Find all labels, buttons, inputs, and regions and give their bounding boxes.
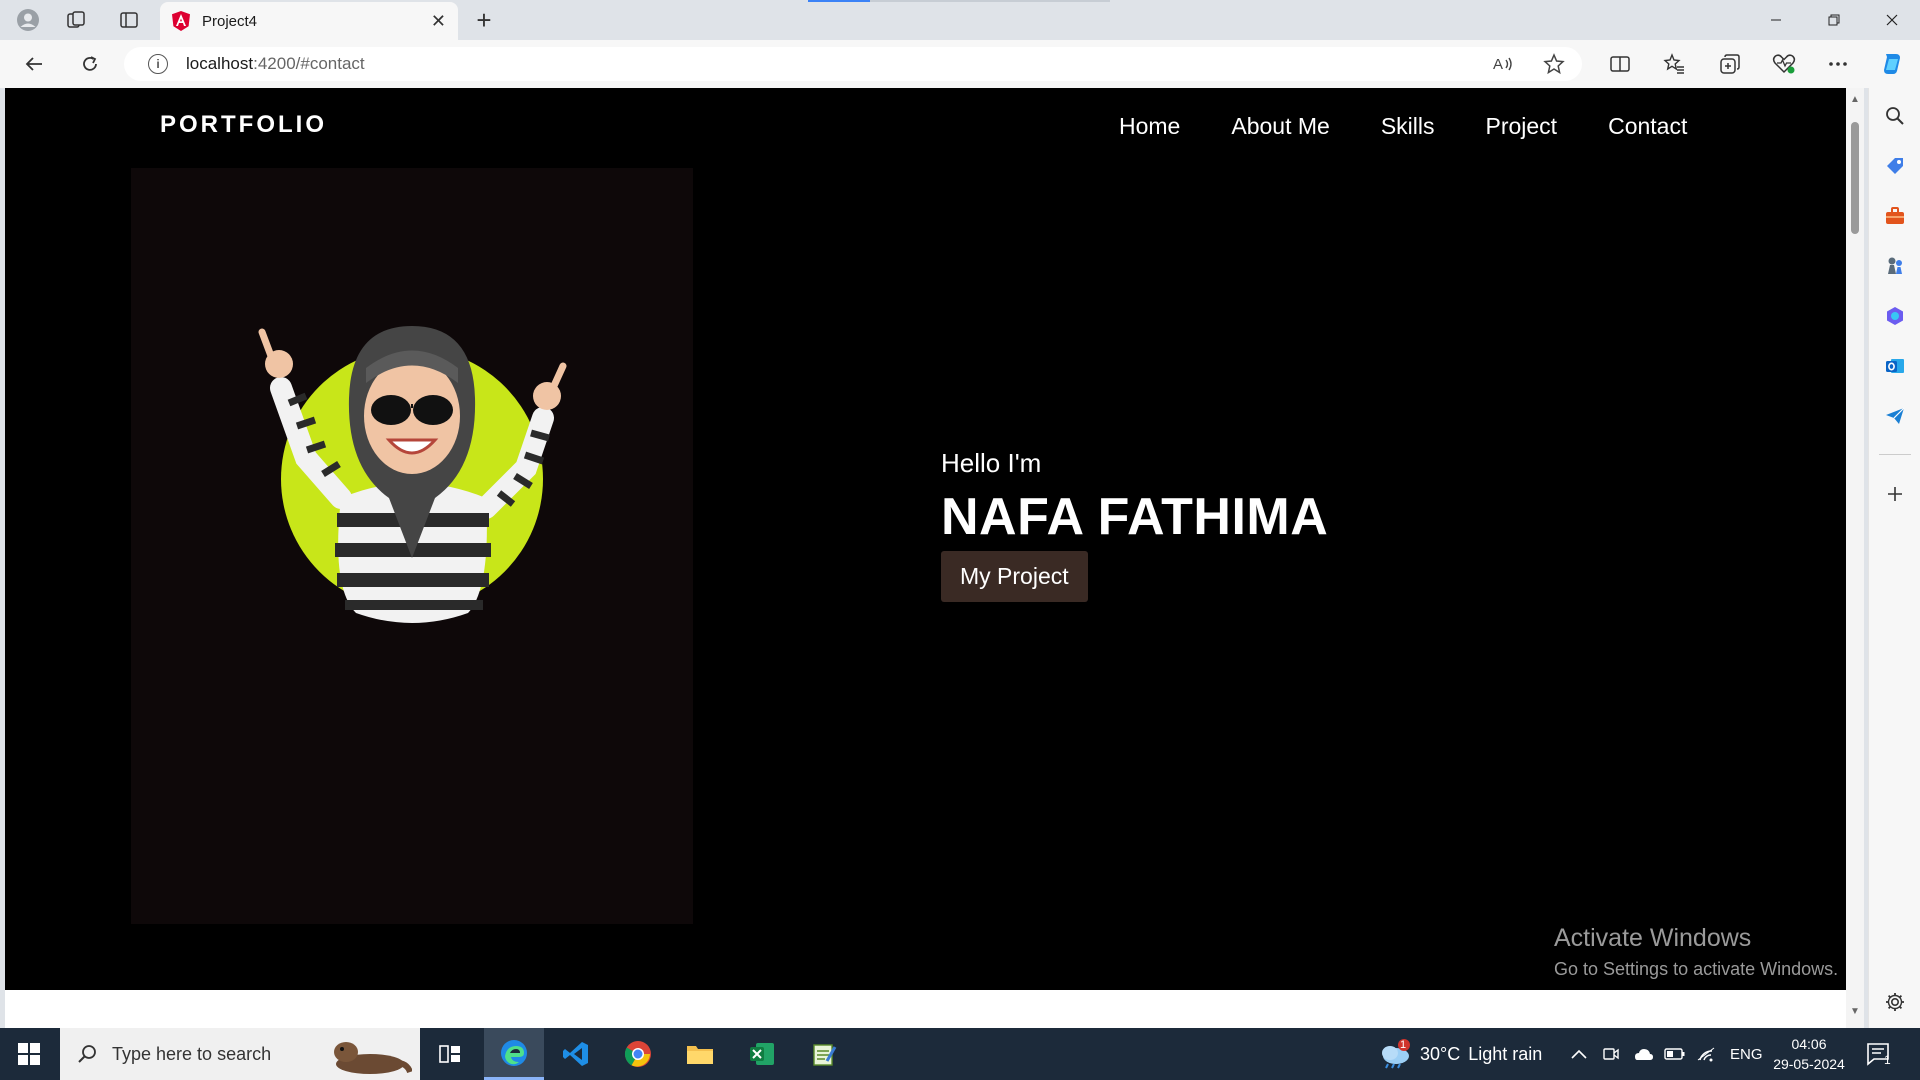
favorites-icon[interactable] — [1656, 48, 1692, 80]
nav-about-me[interactable]: About Me — [1231, 113, 1329, 140]
back-button[interactable] — [16, 48, 52, 80]
page-viewport: PORTFOLIO Home About Me Skills Project C… — [5, 88, 1846, 990]
split-screen-icon[interactable] — [1602, 48, 1638, 80]
onedrive-icon[interactable] — [1632, 1047, 1654, 1061]
site-info-icon[interactable]: i — [148, 54, 168, 74]
favorite-star-icon[interactable] — [1538, 48, 1570, 80]
vertical-scrollbar[interactable]: ▲ ▼ — [1846, 88, 1864, 1028]
taskbar-search-box[interactable]: Type here to search — [60, 1028, 420, 1080]
sidebar-separator — [1879, 454, 1911, 455]
nav-home[interactable]: Home — [1119, 113, 1180, 140]
weather-widget[interactable]: 1 30°C Light rain — [1378, 1028, 1542, 1080]
weather-temp: 30°C — [1420, 1043, 1461, 1064]
notification-count: 1 — [1884, 1053, 1891, 1067]
meet-now-icon[interactable] — [1602, 1045, 1620, 1063]
minimize-button[interactable] — [1748, 0, 1804, 40]
angular-favicon-icon — [172, 11, 190, 31]
profile-photo — [131, 168, 693, 924]
windows-taskbar: Type here to search 1 30°C Light rain EN… — [0, 1028, 1920, 1080]
otter-illustration — [334, 1042, 412, 1074]
restore-button[interactable] — [1806, 0, 1862, 40]
workspaces-icon[interactable] — [60, 6, 92, 34]
task-view-icon[interactable] — [420, 1028, 480, 1080]
search-placeholder: Type here to search — [112, 1043, 272, 1064]
language-indicator[interactable]: ENG — [1730, 1046, 1763, 1063]
settings-more-icon[interactable] — [1820, 48, 1856, 80]
chevron-up-icon[interactable] — [1570, 1048, 1588, 1060]
weather-badge: 1 — [1400, 1039, 1407, 1051]
tab-project4[interactable]: Project4 ✕ — [160, 2, 458, 40]
site-nav: Home About Me Skills Project Contact — [1119, 113, 1738, 140]
tag-icon[interactable] — [1879, 150, 1911, 182]
collections-icon[interactable] — [1712, 48, 1748, 80]
browser-toolbar: i localhost:4200/#contact A — [0, 40, 1920, 88]
edge-sidebar — [1868, 88, 1920, 1028]
battery-icon[interactable] — [1664, 1047, 1686, 1061]
vscode-taskbar-icon[interactable] — [546, 1028, 606, 1080]
add-icon[interactable] — [1879, 478, 1911, 510]
hero-text: Hello I'm NAFA FATHIMA My Project — [941, 448, 1328, 602]
profile-icon[interactable] — [12, 6, 44, 34]
outlook-icon[interactable] — [1879, 350, 1911, 382]
send-icon[interactable] — [1879, 400, 1911, 432]
close-window-button[interactable] — [1864, 0, 1920, 40]
clock[interactable]: 04:06 29-05-2024 — [1764, 1034, 1854, 1074]
tab-title: Project4 — [202, 12, 258, 30]
url-text[interactable]: localhost:4200/#contact — [186, 54, 365, 74]
toolbox-icon[interactable] — [1879, 200, 1911, 232]
nav-contact[interactable]: Contact — [1608, 113, 1687, 140]
avatar-illustration — [258, 326, 567, 623]
clock-date: 29-05-2024 — [1773, 1056, 1845, 1072]
notification-center[interactable]: 1 — [1866, 1028, 1891, 1080]
notepad-taskbar-icon[interactable] — [794, 1028, 854, 1080]
browser-essentials-icon[interactable] — [1766, 48, 1802, 80]
read-aloud-icon[interactable]: A — [1488, 48, 1520, 80]
nav-skills[interactable]: Skills — [1381, 113, 1435, 140]
excel-taskbar-icon[interactable] — [732, 1028, 792, 1080]
tab-actions-icon[interactable] — [113, 6, 145, 34]
address-bar[interactable]: i localhost:4200/#contact — [124, 47, 1582, 81]
loading-track — [870, 0, 1110, 2]
search-icon[interactable] — [1879, 100, 1911, 132]
start-button[interactable] — [0, 1028, 58, 1080]
horizontal-scroll-area — [5, 990, 1846, 1028]
hero-greeting: Hello I'm — [941, 448, 1042, 478]
tab-strip: Project4 ✕ + — [0, 0, 1920, 40]
loading-indicator — [808, 0, 870, 2]
search-icon — [78, 1045, 96, 1063]
refresh-button[interactable] — [72, 48, 108, 80]
chess-icon[interactable] — [1879, 250, 1911, 282]
wifi-icon[interactable] — [1696, 1046, 1716, 1062]
windows-logo-icon — [18, 1043, 40, 1065]
hero-name: NAFA FATHIMA — [941, 488, 1329, 546]
edge-taskbar-icon[interactable] — [484, 1028, 544, 1080]
chrome-taskbar-icon[interactable] — [608, 1028, 668, 1080]
scrollbar-thumb[interactable] — [1851, 122, 1859, 234]
file-explorer-taskbar-icon[interactable] — [670, 1028, 730, 1080]
weather-desc: Light rain — [1468, 1043, 1543, 1064]
my-project-button[interactable]: My Project — [941, 551, 1088, 602]
watermark-subtitle: Go to Settings to activate Windows. — [1554, 959, 1839, 979]
copilot-icon[interactable] — [1874, 48, 1910, 80]
clock-time: 04:06 — [1791, 1036, 1827, 1052]
copilot-sidebar-icon[interactable] — [1879, 300, 1911, 332]
settings-icon[interactable] — [1879, 986, 1911, 1018]
system-tray: ENG — [1570, 1028, 1763, 1080]
new-tab-button[interactable]: + — [468, 5, 500, 35]
scroll-down-icon[interactable]: ▼ — [1849, 1006, 1861, 1017]
activate-windows-watermark: Activate Windows Go to Settings to activ… — [1554, 924, 1838, 980]
rain-cloud-icon — [1382, 1039, 1410, 1069]
tab-close-icon[interactable]: ✕ — [431, 11, 446, 32]
watermark-title: Activate Windows — [1554, 924, 1752, 952]
nav-project[interactable]: Project — [1485, 113, 1557, 140]
site-brand[interactable]: PORTFOLIO — [160, 111, 327, 139]
scroll-up-icon[interactable]: ▲ — [1849, 94, 1861, 105]
svg-text:A: A — [1493, 56, 1503, 73]
